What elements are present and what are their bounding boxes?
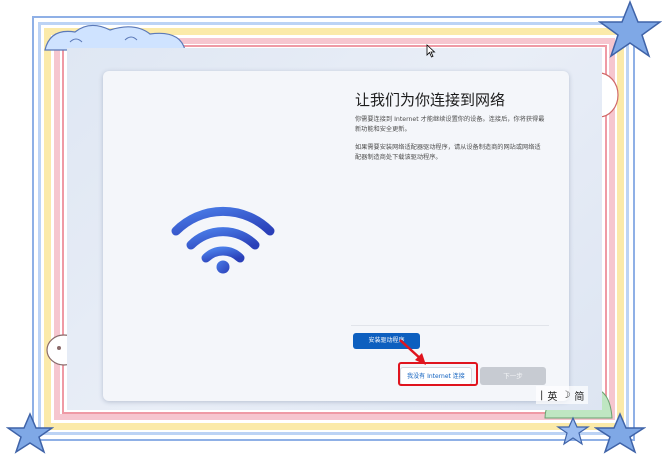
wifi-icon: [171, 206, 275, 274]
star-decoration-bottom-left: [6, 412, 54, 454]
ime-script-toggle[interactable]: 简: [574, 388, 584, 403]
ime-separator: |: [540, 389, 544, 401]
ime-language-toggle[interactable]: 英: [547, 388, 557, 403]
star-decoration-bottom-right: [594, 412, 646, 454]
annotation-highlight-box: [398, 362, 478, 386]
network-setup-card: 让我们为你连接到网络 你需要连接到 Internet 才能继续设置你的设备。连接…: [103, 71, 569, 401]
mouse-cursor-icon: [426, 44, 436, 58]
star-decoration-bottom-small: [556, 416, 590, 446]
next-button[interactable]: 下一步: [480, 367, 546, 385]
description-driver: 如果需要安装网络适配器驱动程序，请从设备制造商的网站或网络适配器制造商处下载该驱…: [355, 144, 541, 161]
ime-indicator[interactable]: | 英 ☽ 简: [536, 386, 589, 404]
star-decoration-top-right: [598, 0, 662, 58]
page-title: 让我们为你连接到网络: [355, 91, 506, 109]
divider: [351, 325, 549, 326]
description-connect: 你需要连接到 Internet 才能继续设置你的设备。连接后，你将获得最新功能和…: [355, 116, 545, 133]
moon-icon[interactable]: ☽: [561, 390, 570, 401]
